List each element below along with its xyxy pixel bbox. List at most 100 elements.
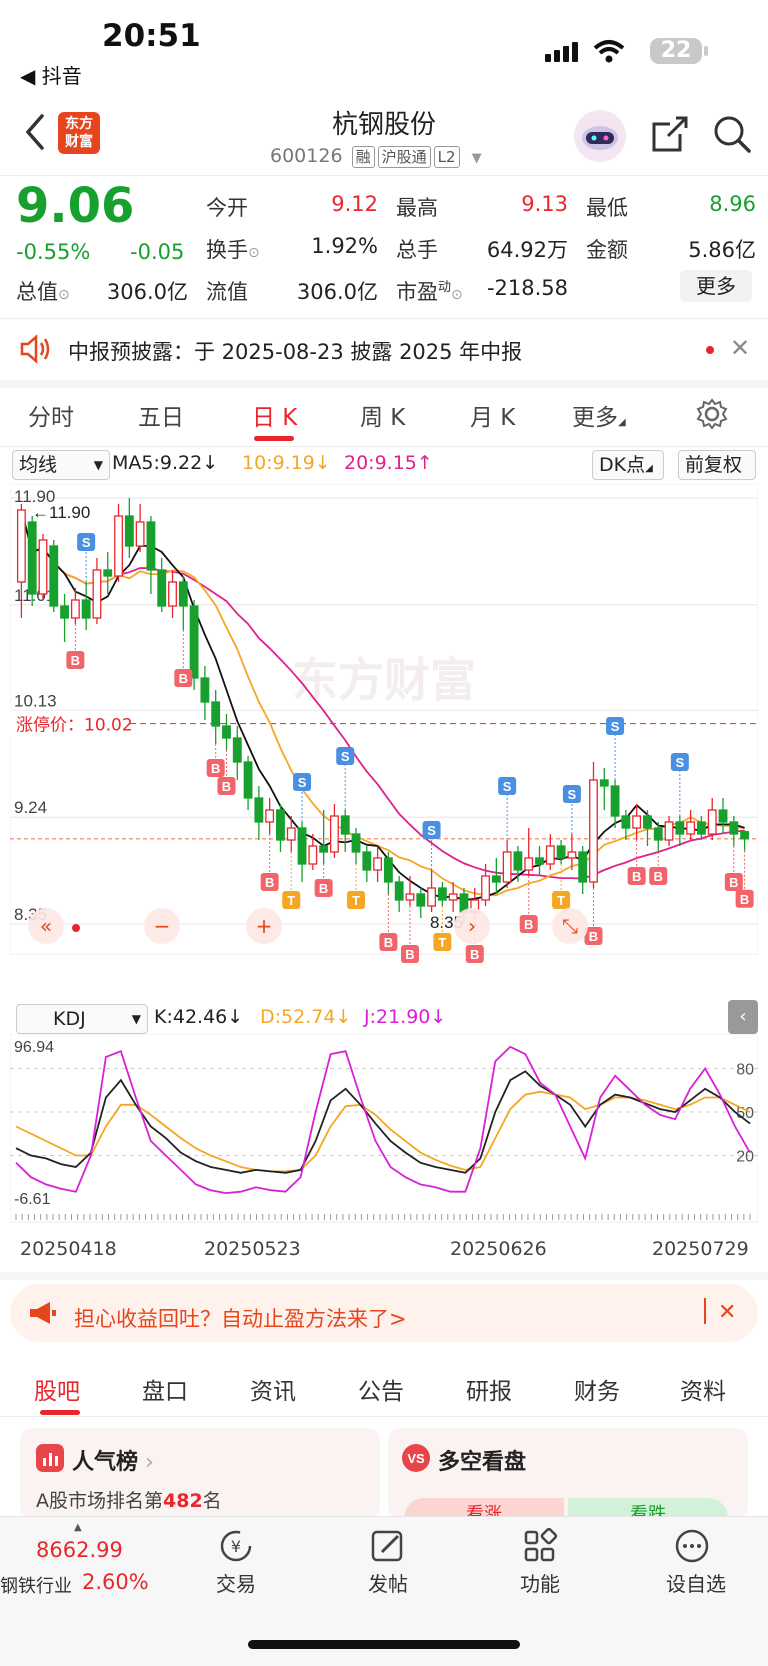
candle-down [124,515,134,547]
share-icon[interactable] [650,114,690,154]
kdj-select[interactable]: KDJ ▼ [16,1004,148,1034]
industry-index-value[interactable]: 8662.99 [36,1538,123,1562]
amount-value: 5.86亿 [688,238,756,262]
candle-up [308,845,318,865]
candlestick-chart[interactable]: 11.9011.0110.139.248.35东方财富涨停价：10.02←11.… [10,484,758,994]
tab-intraday[interactable]: 分时 [28,398,74,432]
signal-b-label: B [384,935,393,950]
more-quote-button[interactable]: 更多 [680,270,752,302]
candle-up [114,515,123,577]
active-tab-indicator [254,436,294,441]
signal-b-label: B [179,671,188,686]
collapse-panel-button[interactable]: ‹ [728,1000,758,1034]
kdj-frame [10,1034,758,1223]
tab-daily-k[interactable]: 日 K [252,398,297,432]
chevron-down-icon[interactable]: ▼ [472,151,482,166]
tab-weekly-k[interactable]: 周 K [360,398,405,432]
candle-up [448,893,458,901]
tab-announcements[interactable]: 公告 [358,1372,404,1406]
info-icon: ⊙ [451,287,463,303]
tab-news[interactable]: 资讯 [250,1372,296,1406]
scroll-left-button-glyph: « [40,914,52,938]
close-icon[interactable]: ✕ [730,334,750,362]
banner-divider [704,1298,706,1324]
industry-name: 钢铁行业 [0,1576,72,1597]
candle-down [437,887,447,901]
candle-up [524,857,534,871]
bull-button[interactable]: 看涨 [404,1498,564,1518]
candle-up [405,893,415,901]
tab-more[interactable]: 更多◢ [572,398,626,432]
amount-label: 金额 [586,238,628,262]
grid-function-icon[interactable] [520,1528,560,1564]
dk-point-select[interactable]: DK点◢ [592,450,664,480]
kdj-min-label: -6.61 [14,1191,51,1208]
candle-up [686,821,696,835]
signal-t-label: T [352,893,360,908]
signal-b-label: B [222,779,231,794]
candle-up [567,851,577,859]
low-label: 最低 [586,196,628,220]
candle-down [340,815,350,835]
indicator-select[interactable]: 均线 ▼ [12,450,110,480]
trade-yen-icon[interactable]: ¥ [216,1528,256,1564]
close-icon[interactable]: ✕ [718,1300,736,1325]
nav-trade[interactable]: 交易 [196,1568,276,1597]
robot-assistant-icon[interactable] [572,108,628,164]
y-axis-label: 9.24 [14,798,47,817]
nav-post[interactable]: 发帖 [348,1568,428,1597]
candle-down [696,821,706,835]
bear-button[interactable]: 看跌 [568,1498,728,1518]
date-label-4: 20250729 [652,1238,749,1260]
candle-down [599,779,609,787]
candle-up [664,821,674,841]
date-axis: 20250418 20250523 20250626 20250729 [0,1234,768,1280]
unread-dot [706,346,714,354]
candle-up [16,509,26,583]
kdj-k-label: K:42.46↓ [154,1006,244,1028]
candle-up [70,599,80,619]
post-edit-icon[interactable] [368,1528,408,1564]
mktcap-label: 总值⊙ [16,280,70,304]
candle-up [502,851,512,883]
search-icon[interactable] [712,114,752,154]
add-watchlist-icon[interactable] [672,1528,712,1564]
tab-financials[interactable]: 财务 [574,1372,620,1406]
candle-down [222,725,231,739]
home-indicator [248,1640,520,1649]
candle-down [383,857,393,883]
popularity-card[interactable]: 人气榜 › A股市场排名第482名 [20,1428,380,1518]
back-to-app-link[interactable]: ◀ 抖音 [20,60,82,89]
date-label-2: 20250523 [204,1238,301,1260]
nav-functions[interactable]: 功能 [500,1568,580,1597]
candle-down [254,797,264,823]
tag-connect: 沪股通 [377,146,431,168]
limit-up-label: 涨停价：10.02 [16,716,133,736]
candle-down [297,827,307,865]
svg-text:VS: VS [407,1451,425,1466]
nav-add-watchlist[interactable]: 设自选 [652,1568,740,1597]
float-label: 流值 [206,280,248,304]
battery-tip [704,46,708,56]
tab-forum[interactable]: 股吧 [34,1372,80,1406]
adjust-select[interactable]: 前复权 [678,450,756,480]
candle-down [60,605,70,619]
signal-s-label: S [611,719,620,734]
tab-research[interactable]: 研报 [466,1372,512,1406]
candle-down [211,701,221,727]
bull-bear-card[interactable]: VS 多空看盘 看涨 看跌 [388,1428,748,1518]
ma10-label: 10:9.19↓ [242,452,331,474]
candle-down [27,521,37,595]
candle-up [545,845,555,865]
tab-profile[interactable]: 资料 [680,1372,726,1406]
tab-monthly-k[interactable]: 月 K [470,398,515,432]
signal-b-label: B [654,869,663,884]
speaker-icon [20,334,50,364]
candle-down [491,875,501,883]
signal-s-label: S [298,775,307,790]
kdj-chart[interactable]: 80502096.94-6.61 [10,1034,758,1234]
candle-down [178,581,188,607]
settings-gear-icon[interactable] [696,398,728,430]
tab-five-day[interactable]: 五日 [138,398,184,432]
tab-order-book[interactable]: 盘口 [142,1372,188,1406]
